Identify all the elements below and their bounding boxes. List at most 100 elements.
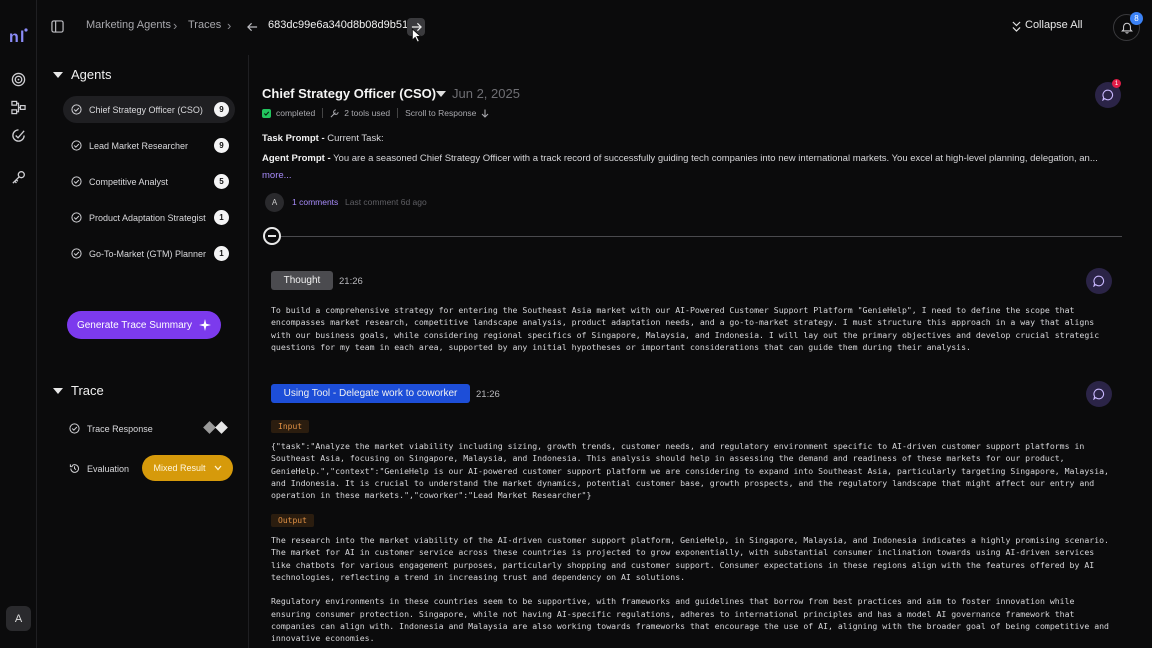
thought-text: To build a comprehensive strategy for en… [271,305,1100,352]
minus-icon [268,235,276,237]
check-circle-icon [71,176,82,187]
left-rail: n l A [0,0,37,648]
agent-prompt-text: You are a seasoned Chief Strategy Office… [330,153,1098,164]
thought-badge: Thought [271,271,333,290]
history-icon [69,464,79,473]
tool-comment-button[interactable] [1086,381,1112,407]
agent-name: Go-To-Market (GTM) Planner [89,248,207,259]
task-prompt-label: Task Prompt - [262,133,325,144]
tools-used: 2 tools used [344,108,391,118]
target-icon[interactable] [11,72,26,87]
collapse-steps-button[interactable] [263,227,281,245]
agent-item-lead-market-researcher[interactable]: Lead Market Researcher 9 [63,132,235,159]
collapse-all-button[interactable]: Collapse All [1025,19,1082,31]
back-arrow-icon[interactable] [247,22,258,32]
agent-count-badge: 1 [214,210,229,225]
generate-trace-summary-button[interactable]: Generate Trace Summary [67,311,221,339]
input-tag: Input [271,420,310,433]
breadcrumb-chevron-icon: › [173,18,178,33]
tool-output-text: The research into the market viability o… [271,535,1109,644]
agent-name: Competitive Analyst [89,176,169,187]
comment-count-badge: 1 [1112,79,1121,88]
evaluation-value: Mixed Result [153,463,206,473]
check-circle-icon [71,212,82,223]
agent-date: Jun 2, 2025 [452,86,520,101]
comment-icon [1093,388,1105,400]
check-circle-icon [71,248,82,259]
arrow-down-icon[interactable] [481,109,489,118]
svg-text:n: n [9,29,19,45]
comments-link[interactable]: 1 comments [292,197,338,207]
agent-item-cso[interactable]: Chief Strategy Officer (CSO) 9 [63,96,235,123]
trace-id: 683dc99e6a340d8b08d9b514 [268,19,415,31]
evaluation-dropdown[interactable]: Mixed Result [142,455,233,481]
workflow-icon[interactable] [11,100,26,115]
sparkle-icon [199,319,212,331]
check-circle-icon [71,140,82,151]
agent-count-badge: 9 [214,102,229,117]
more-link[interactable]: more... [262,170,292,181]
commenter-avatar: A [265,193,284,212]
task-prompt: Task Prompt - Current Task: [262,133,1124,144]
trace-response-indicator [203,421,229,434]
completed-check-icon [262,108,271,118]
trace-response-item[interactable]: Trace Response [69,423,153,434]
tool-badge: Using Tool - Delegate work to coworker [271,384,470,403]
thought-comment-button[interactable] [1086,268,1112,294]
trace-section-toggle[interactable]: Trace [53,383,104,398]
caret-down-icon [53,387,63,394]
agent-item-competitive-analyst[interactable]: Competitive Analyst 5 [63,168,235,195]
output-tag: Output [271,514,314,527]
agent-name: Product Adaptation Strategist [89,212,206,223]
thought-time: 21:26 [339,276,363,287]
breadcrumb-marketing-agents[interactable]: Marketing Agents [86,19,171,31]
evaluation-item: Evaluation [69,463,129,474]
agent-count-badge: 9 [214,138,229,153]
logo-icon[interactable]: n l [9,27,29,45]
evaluation-label: Evaluation [87,463,130,474]
user-avatar[interactable]: A [6,606,31,631]
generate-label: Generate Trace Summary [76,319,193,331]
bell-icon [1120,22,1133,34]
agent-item-product-adaptation-strategist[interactable]: Product Adaptation Strategist 1 [63,204,235,231]
agent-name: Lead Market Researcher [89,140,189,151]
agents-heading: Agents [71,67,112,82]
diamond-icon [215,421,228,434]
comment-icon [1102,89,1114,101]
check-circle-icon [69,423,80,434]
tool-time: 21:26 [476,389,500,400]
agent-dropdown-caret-icon[interactable] [436,91,446,97]
breadcrumb-traces[interactable]: Traces [188,19,221,31]
agent-count-badge: 1 [214,246,229,261]
agents-section-toggle[interactable]: Agents [53,67,111,82]
tools-icon [330,108,339,117]
sidebar-toggle-icon[interactable] [51,20,64,33]
svg-text:l: l [20,29,24,45]
comment-icon [1093,275,1105,287]
key-icon[interactable] [11,170,26,185]
scroll-to-response-link[interactable]: Scroll to Response [405,108,476,118]
check-circle-icon [71,104,82,115]
agent-prompt: Agent Prompt - You are a seasoned Chief … [262,153,1124,164]
agent-title: Chief Strategy Officer (CSO) [262,86,437,101]
status-text: completed [276,108,316,118]
breadcrumb-chevron-icon: › [227,18,232,33]
notification-count-badge: 8 [1130,12,1143,25]
chevron-down-icon [214,465,222,471]
agent-item-gtm-planner[interactable]: Go-To-Market (GTM) Planner 1 [63,240,235,267]
agent-name: Chief Strategy Officer (CSO) [89,104,203,115]
agent-meta-row: completed 2 tools used Scroll to Respons… [262,108,489,118]
last-comment-time: Last comment 6d ago [345,197,427,207]
agents-sidebar: Agents Chief Strategy Officer (CSO) 9 Le… [37,55,249,648]
check-target-icon[interactable] [11,128,26,143]
divider [397,108,399,118]
trace-heading: Trace [71,383,104,398]
divider [322,108,324,118]
trace-detail-panel: Chief Strategy Officer (CSO) Jun 2, 2025… [250,55,1152,648]
mouse-cursor-icon [411,28,422,43]
timeline-divider [281,236,1122,237]
app-root: n l A Marketing Agents › Traces › 683dc9… [0,0,1152,648]
collapse-chevrons-icon[interactable] [1012,21,1021,32]
caret-down-icon [53,71,63,78]
agent-prompt-label: Agent Prompt - [262,153,331,164]
